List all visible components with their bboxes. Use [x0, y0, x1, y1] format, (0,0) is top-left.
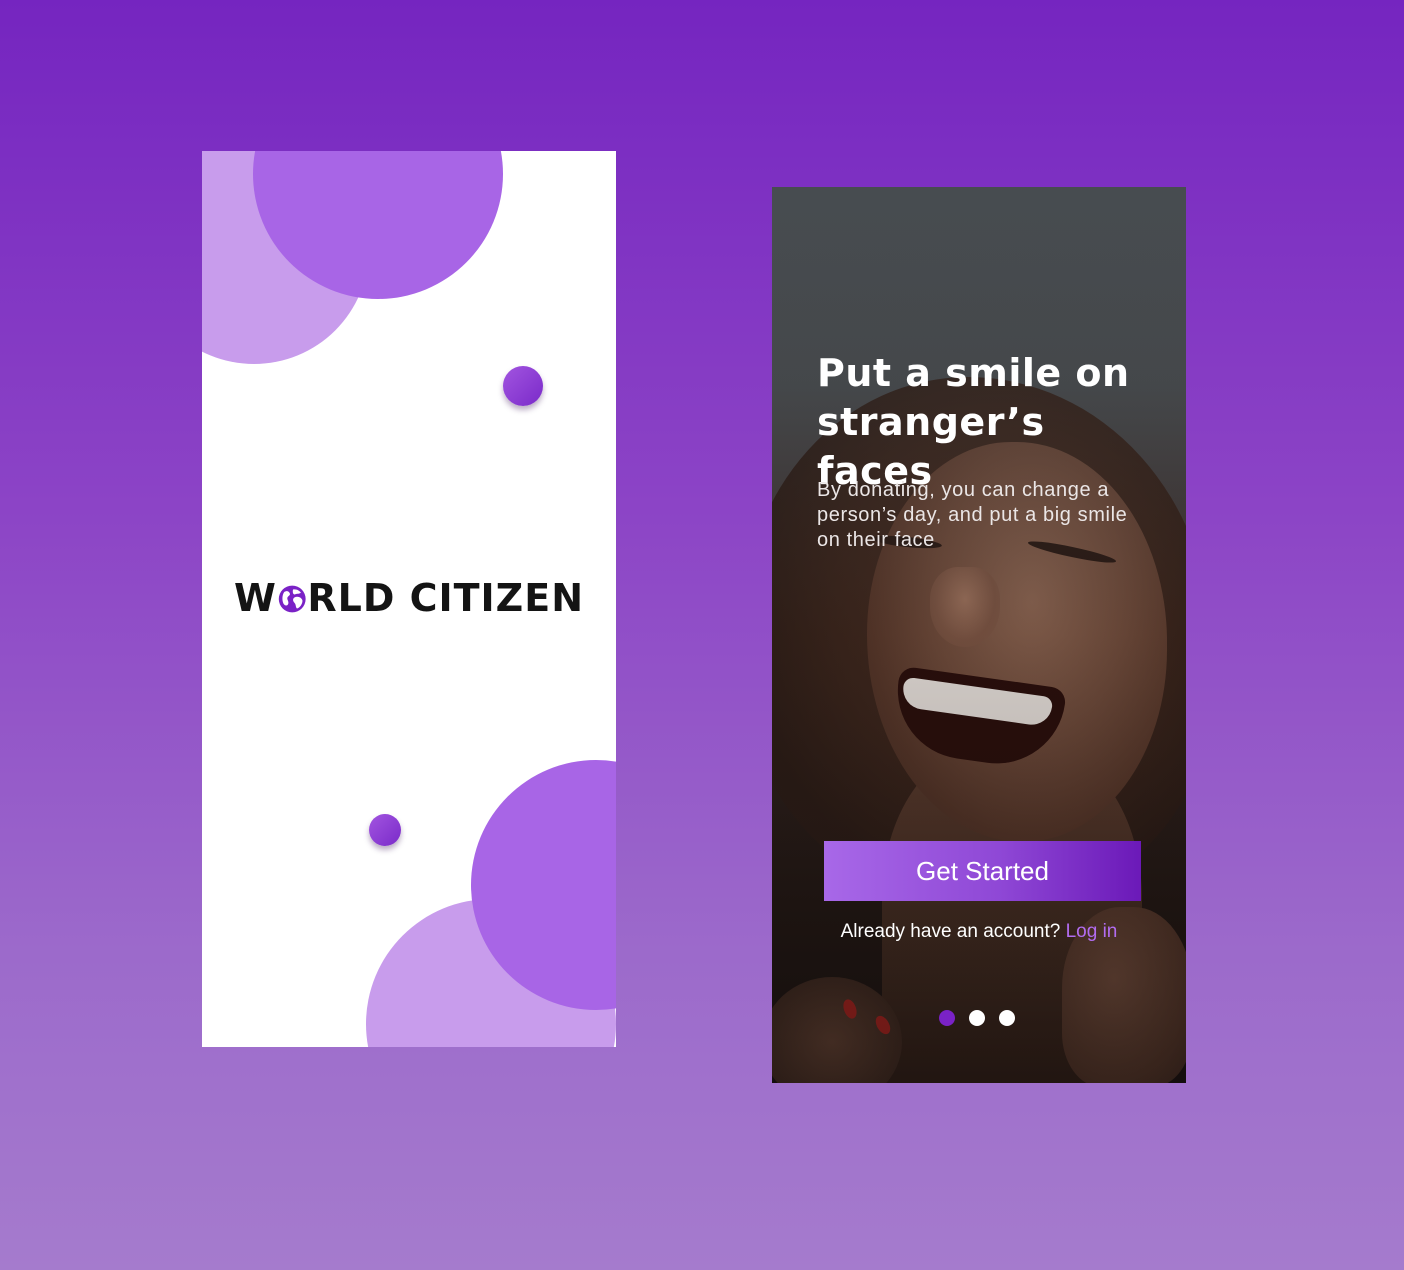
login-prompt-text: Already have an account?: [840, 921, 1066, 942]
page-dot[interactable]: [969, 1010, 985, 1026]
login-prompt: Already have an account? Log in: [772, 921, 1186, 943]
onboarding-title: Put a smile on stranger’s faces: [817, 351, 1130, 493]
globe-icon: [278, 585, 306, 613]
logo-text-prefix: W: [234, 576, 277, 620]
app-logo: W RLD CITIZEN: [234, 575, 584, 621]
photo-overlay: [772, 187, 1186, 1083]
decorative-dot-lower: [369, 814, 401, 846]
page-dot[interactable]: [999, 1010, 1015, 1026]
page-dot-active[interactable]: [939, 1010, 955, 1026]
decorative-dot-upper: [503, 366, 543, 406]
onboarding-subtitle: By donating, you can change a person’s d…: [817, 479, 1128, 551]
onboarding-screen: Put a smile on stranger’s faces By donat…: [772, 187, 1186, 1083]
get-started-button[interactable]: Get Started: [824, 841, 1141, 901]
page-indicator: [939, 1010, 1015, 1026]
login-link[interactable]: Log in: [1066, 921, 1118, 942]
background-photo: [772, 187, 1186, 1083]
logo-text-suffix: RLD CITIZEN: [307, 576, 584, 620]
splash-screen: W RLD CITIZEN: [202, 151, 616, 1047]
